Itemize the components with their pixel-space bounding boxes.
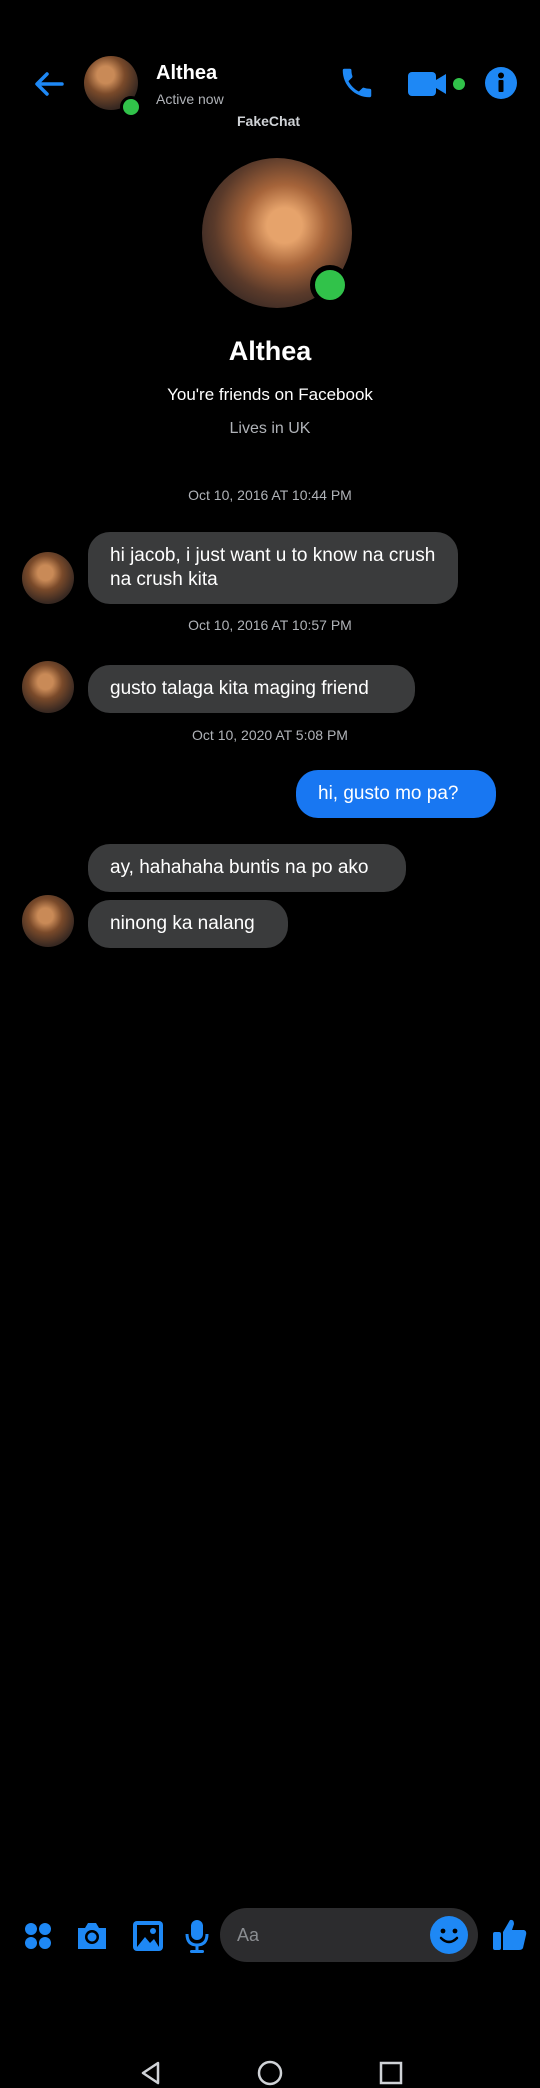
incoming-message[interactable]: ninong ka nalang (88, 900, 288, 948)
nav-recents-icon (379, 2061, 403, 2085)
composer-bar: Aa (0, 950, 540, 1962)
like-icon (493, 1919, 527, 1950)
nav-back-icon (141, 2061, 160, 2085)
call-button[interactable] (336, 62, 378, 104)
incoming-message[interactable]: gusto talaga kita maging friend (88, 665, 415, 713)
incoming-message[interactable]: ay, hahahaha buntis na po ako (88, 844, 406, 892)
nav-recents-button[interactable] (376, 2058, 406, 2088)
video-call-button[interactable] (406, 66, 470, 102)
back-arrow-icon (35, 72, 64, 96)
message-input-placeholder: Aa (237, 1925, 260, 1945)
online-indicator (120, 96, 142, 118)
chat-header: Althea Active now FakeChat (0, 0, 540, 140)
contact-name[interactable]: Althea (156, 62, 217, 85)
info-icon (485, 67, 517, 99)
message-avatar (22, 552, 74, 604)
gallery-icon (133, 1921, 163, 1951)
timestamp: Oct 10, 2016 AT 10:44 PM (188, 487, 352, 503)
apps-button[interactable] (20, 1916, 56, 1956)
outgoing-message[interactable]: hi, gusto mo pa? (296, 770, 496, 818)
info-button[interactable] (482, 64, 520, 102)
apps-icon (25, 1923, 51, 1949)
like-button[interactable] (490, 1914, 530, 1956)
lives-text: Lives in UK (229, 420, 311, 437)
phone-icon (342, 68, 372, 98)
profile-online-indicator (310, 265, 350, 305)
camera-button[interactable] (72, 1916, 112, 1956)
friends-text: You're friends on Facebook (167, 385, 373, 404)
nav-home-button[interactable] (255, 2058, 285, 2088)
contact-status: Active now (156, 91, 224, 107)
system-nav-bar (0, 1024, 540, 2086)
incoming-message[interactable]: hi jacob, i just want u to know na crush… (88, 532, 458, 604)
timestamp: Oct 10, 2020 AT 5:08 PM (192, 727, 348, 743)
nav-back-button[interactable] (136, 2058, 166, 2088)
emoji-button[interactable] (430, 1916, 468, 1954)
back-button[interactable] (28, 64, 68, 104)
profile-name: Althea (228, 336, 312, 366)
mic-icon (185, 1920, 209, 1953)
timestamp: Oct 10, 2016 AT 10:57 PM (188, 617, 352, 633)
gallery-button[interactable] (128, 1916, 168, 1956)
mic-button[interactable] (180, 1916, 214, 1956)
message-avatar (22, 661, 74, 713)
watermark: FakeChat (237, 113, 301, 129)
message-avatar (22, 895, 74, 947)
emoji-icon (439, 1928, 459, 1944)
camera-icon (78, 1923, 106, 1949)
video-icon (408, 72, 465, 96)
nav-home-icon (257, 2060, 283, 2086)
